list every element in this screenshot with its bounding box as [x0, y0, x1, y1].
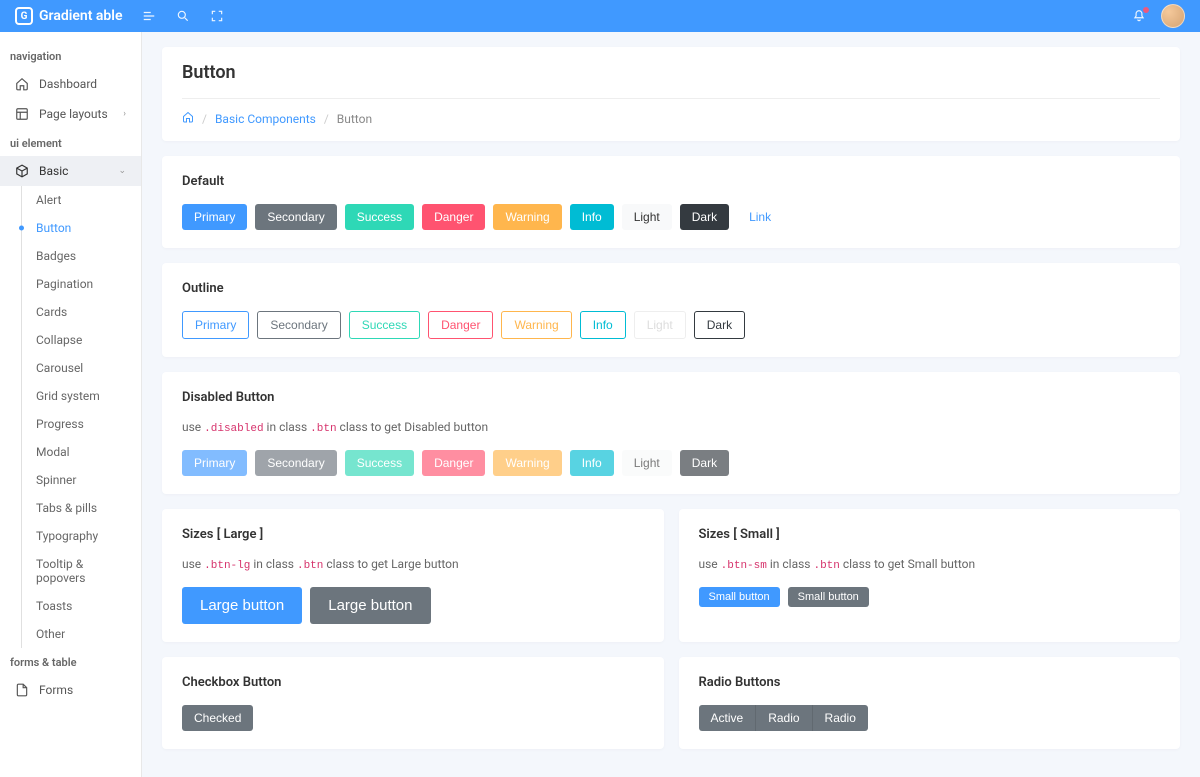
- subnav-cards[interactable]: Cards: [16, 298, 141, 326]
- card-desc-sizes-sm: use .btn-sm in class .btn class to get S…: [699, 557, 1161, 572]
- btn-disabled-info: Info: [570, 450, 614, 476]
- subnav-pagination[interactable]: Pagination: [16, 270, 141, 298]
- btn-outline-info[interactable]: Info: [580, 311, 626, 339]
- btn-primary[interactable]: Primary: [182, 204, 247, 230]
- btn-success[interactable]: Success: [345, 204, 414, 230]
- subnav-spinner[interactable]: Spinner: [16, 466, 141, 494]
- card-title-radio: Radio Buttons: [699, 675, 1161, 690]
- btn-light[interactable]: Light: [622, 204, 672, 230]
- nav-section-ui: ui element: [0, 129, 141, 156]
- layout-icon: [15, 107, 29, 121]
- card-sizes-small: Sizes [ Small ] use .btn-sm in class .bt…: [679, 509, 1181, 642]
- btn-disabled-danger: Danger: [422, 450, 485, 476]
- card-desc-sizes-lg: use .btn-lg in class .btn class to get L…: [182, 557, 644, 572]
- btn-radio-2[interactable]: Radio: [812, 705, 868, 731]
- subnav-button[interactable]: Button: [16, 214, 141, 242]
- card-outline-buttons: Outline Primary Secondary Success Danger…: [162, 263, 1180, 357]
- home-icon: [15, 77, 29, 91]
- subnav-modal[interactable]: Modal: [16, 438, 141, 466]
- top-header: G Gradient able: [0, 0, 1200, 32]
- btn-dark[interactable]: Dark: [680, 204, 729, 230]
- card-title-outline: Outline: [182, 281, 1160, 296]
- subnav-carousel[interactable]: Carousel: [16, 354, 141, 382]
- subnav-collapse[interactable]: Collapse: [16, 326, 141, 354]
- breadcrumb-current: Button: [337, 112, 372, 126]
- chevron-right-icon: ›: [123, 109, 126, 119]
- nav-dashboard[interactable]: Dashboard: [0, 69, 141, 99]
- subnav-toasts[interactable]: Toasts: [16, 592, 141, 620]
- btn-outline-warning[interactable]: Warning: [501, 311, 571, 339]
- btn-lg-primary[interactable]: Large button: [182, 587, 302, 624]
- menu-toggle-icon[interactable]: [142, 9, 156, 23]
- card-desc-disabled: use .disabled in class .btn class to get…: [182, 420, 1160, 435]
- nav-basic[interactable]: Basic ⌄: [0, 156, 141, 186]
- card-radio-buttons: Radio Buttons Active Radio Radio: [679, 657, 1181, 749]
- btn-outline-danger[interactable]: Danger: [428, 311, 493, 339]
- btn-secondary[interactable]: Secondary: [255, 204, 336, 230]
- subnav-other[interactable]: Other: [16, 620, 141, 648]
- subnav-tooltip[interactable]: Tooltip & popovers: [16, 550, 141, 592]
- btn-sm-secondary[interactable]: Small button: [788, 587, 869, 607]
- notification-badge: [1143, 7, 1149, 13]
- card-default-buttons: Default Primary Secondary Success Danger…: [162, 156, 1180, 248]
- breadcrumb: / Basic Components / Button: [182, 111, 1160, 126]
- search-icon[interactable]: [176, 9, 190, 23]
- nav-forms[interactable]: Forms: [0, 675, 141, 705]
- card-disabled-buttons: Disabled Button use .disabled in class .…: [162, 372, 1180, 494]
- btn-danger[interactable]: Danger: [422, 204, 485, 230]
- btn-outline-dark[interactable]: Dark: [694, 311, 745, 339]
- btn-disabled-success: Success: [345, 450, 414, 476]
- card-checkbox-button: Checkbox Button Checked: [162, 657, 664, 749]
- btn-outline-success[interactable]: Success: [349, 311, 420, 339]
- btn-link[interactable]: Link: [737, 204, 783, 230]
- main-content: Button / Basic Components / Button Defau…: [142, 32, 1200, 777]
- breadcrumb-components[interactable]: Basic Components: [215, 112, 316, 126]
- card-title-default: Default: [182, 174, 1160, 189]
- btn-outline-primary[interactable]: Primary: [182, 311, 249, 339]
- card-sizes-large: Sizes [ Large ] use .btn-lg in class .bt…: [162, 509, 664, 642]
- btn-disabled-secondary: Secondary: [255, 450, 336, 476]
- card-title-sizes-sm: Sizes [ Small ]: [699, 527, 1161, 542]
- brand-text: Gradient able: [39, 8, 122, 24]
- logo-icon: G: [15, 7, 33, 25]
- breadcrumb-home-icon[interactable]: [182, 111, 194, 126]
- subnav-typography[interactable]: Typography: [16, 522, 141, 550]
- btn-sm-primary[interactable]: Small button: [699, 587, 780, 607]
- card-title-checkbox: Checkbox Button: [182, 675, 644, 690]
- subnav-progress[interactable]: Progress: [16, 410, 141, 438]
- box-icon: [15, 164, 29, 178]
- btn-disabled-light: Light: [622, 450, 672, 476]
- btn-lg-secondary[interactable]: Large button: [310, 587, 430, 624]
- fullscreen-icon[interactable]: [210, 9, 224, 23]
- btn-warning[interactable]: Warning: [493, 204, 561, 230]
- chevron-down-icon: ⌄: [118, 166, 126, 176]
- subnav-tabs[interactable]: Tabs & pills: [16, 494, 141, 522]
- nav-section-forms: forms & table: [0, 648, 141, 675]
- btn-outline-secondary[interactable]: Secondary: [257, 311, 340, 339]
- sidebar: navigation Dashboard Page layouts › ui e…: [0, 32, 142, 777]
- nav-basic-submenu: Alert Button Badges Pagination Cards Col…: [0, 186, 141, 648]
- nav-page-layouts[interactable]: Page layouts ›: [0, 99, 141, 129]
- btn-outline-light[interactable]: Light: [634, 311, 686, 339]
- brand-logo[interactable]: G Gradient able: [15, 7, 122, 25]
- nav-section-navigation: navigation: [0, 42, 141, 69]
- card-title-sizes-lg: Sizes [ Large ]: [182, 527, 644, 542]
- page-header: Button / Basic Components / Button: [162, 47, 1180, 141]
- user-avatar[interactable]: [1161, 4, 1185, 28]
- btn-radio-1[interactable]: Radio: [755, 705, 811, 731]
- btn-info[interactable]: Info: [570, 204, 614, 230]
- subnav-grid[interactable]: Grid system: [16, 382, 141, 410]
- btn-checkbox-checked[interactable]: Checked: [182, 705, 253, 731]
- btn-disabled-dark: Dark: [680, 450, 729, 476]
- btn-radio-active[interactable]: Active: [699, 705, 756, 731]
- notification-icon[interactable]: [1132, 9, 1146, 23]
- card-title-disabled: Disabled Button: [182, 390, 1160, 405]
- file-icon: [15, 683, 29, 697]
- subnav-badges[interactable]: Badges: [16, 242, 141, 270]
- subnav-alert[interactable]: Alert: [16, 186, 141, 214]
- btn-disabled-warning: Warning: [493, 450, 561, 476]
- btn-disabled-primary: Primary: [182, 450, 247, 476]
- page-title: Button: [182, 62, 1160, 83]
